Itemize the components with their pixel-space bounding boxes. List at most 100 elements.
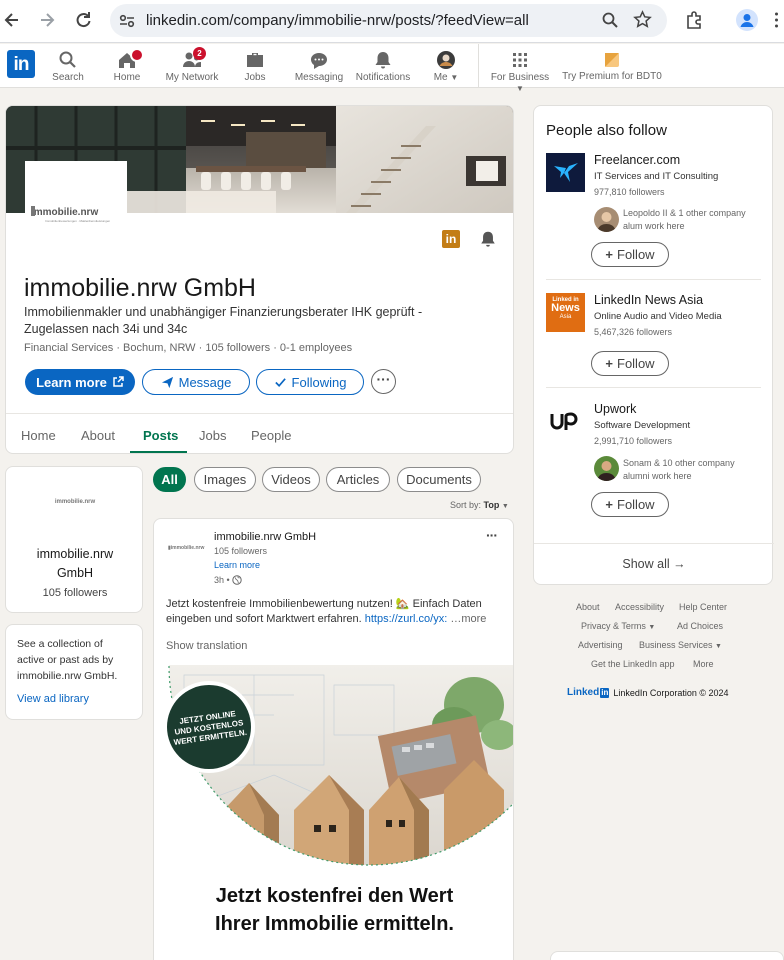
tab-about[interactable]: About xyxy=(81,428,115,443)
pf-item1-industry: IT Services and IT Consulting xyxy=(594,171,719,182)
premium-linkedin-icon[interactable]: in xyxy=(442,230,460,248)
filter-all[interactable]: All xyxy=(153,467,186,492)
messaging-overlay[interactable] xyxy=(550,951,784,960)
view-ad-library-link[interactable]: View ad library xyxy=(17,693,89,705)
ad-text-2: active or past ads by xyxy=(17,654,114,666)
nav-my-network[interactable]: 2 My Network xyxy=(162,44,222,88)
footer-privacy-label: Privacy & Terms xyxy=(581,621,646,631)
learn-more-button[interactable]: Learn more xyxy=(25,369,135,395)
footer-business-services[interactable]: Business Services ▼ xyxy=(639,640,722,650)
nav-jobs[interactable]: Jobs xyxy=(237,44,273,88)
follow-button-upwork[interactable]: + Follow xyxy=(591,492,669,517)
zoom-icon[interactable] xyxy=(601,11,619,29)
nav-home[interactable]: Home xyxy=(107,44,147,88)
footer-help-center[interactable]: Help Center xyxy=(679,602,727,612)
tab-jobs[interactable]: Jobs xyxy=(199,428,226,443)
pf-item2-followers: 5,467,326 followers xyxy=(594,327,673,337)
logo-mark-icon xyxy=(31,206,35,216)
following-button[interactable]: Following xyxy=(256,369,364,395)
pf-item2-name[interactable]: LinkedIn News Asia xyxy=(594,293,703,307)
pf-item1-connection-2: alum work here xyxy=(623,221,685,231)
filter-articles[interactable]: Articles xyxy=(326,467,390,492)
address-bar[interactable]: linkedin.com/company/immobilie-nrw/posts… xyxy=(110,4,667,37)
footer-accessibility[interactable]: Accessibility xyxy=(615,602,664,612)
show-all-label: Show all xyxy=(622,557,670,571)
nav-search[interactable]: Search xyxy=(48,44,88,88)
linkedin-news-asia-logo[interactable]: Linked in News Asia xyxy=(546,293,585,332)
filter-images[interactable]: Images xyxy=(194,467,256,492)
notification-bell-icon[interactable] xyxy=(479,230,497,248)
upwork-logo[interactable] xyxy=(546,402,585,441)
filter-documents[interactable]: Documents xyxy=(397,467,481,492)
back-icon[interactable] xyxy=(2,10,24,32)
reload-icon[interactable] xyxy=(73,10,95,32)
footer-ad-choices[interactable]: Ad Choices xyxy=(677,621,723,631)
site-settings-icon[interactable] xyxy=(118,12,136,30)
nav-me[interactable]: Me ▼ xyxy=(430,44,462,88)
show-all-button[interactable]: Show all → xyxy=(534,557,774,571)
post-image-headline-1: Jetzt kostenfrei den Wert xyxy=(215,885,454,907)
bookmark-star-icon[interactable] xyxy=(633,10,652,29)
post-link[interactable]: https://zurl.co/yx: xyxy=(365,613,448,625)
nav-jobs-label: Jobs xyxy=(244,72,266,83)
extensions-icon[interactable] xyxy=(684,10,704,30)
footer-get-app[interactable]: Get the LinkedIn app xyxy=(591,659,675,669)
post-learn-more-link[interactable]: Learn more xyxy=(214,560,260,570)
company-logo-text: immobilie.nrw xyxy=(31,207,99,218)
post-text-line1: Jetzt kostenfreie Immobilienbewertung nu… xyxy=(166,598,482,610)
footer-advertising[interactable]: Advertising xyxy=(578,640,623,650)
linkedin-logo-icon[interactable]: in xyxy=(7,50,35,78)
url-text[interactable]: linkedin.com/company/immobilie-nrw/posts… xyxy=(146,12,529,29)
nav-premium[interactable]: Try Premium for BDT0 xyxy=(562,44,662,88)
nav-messaging[interactable]: Messaging xyxy=(294,44,344,88)
follow-button-freelancer[interactable]: + Follow xyxy=(591,242,669,267)
message-label: Message xyxy=(178,374,232,390)
filter-videos[interactable]: Videos xyxy=(262,467,320,492)
post-author-logo[interactable]: ▮immobilie.nrw xyxy=(168,545,208,551)
company-name: immobilie.nrw GmbH xyxy=(24,274,256,302)
follow-button-linkedin-news-asia[interactable]: + Follow xyxy=(591,351,669,376)
post-image[interactable]: JETZT ONLINE UND KOSTENLOS WERT ERMITTEL… xyxy=(154,665,513,960)
footer-more[interactable]: More xyxy=(693,659,714,669)
sort-control[interactable]: Sort by: Top ▼ xyxy=(450,500,509,510)
tab-home[interactable]: Home xyxy=(21,428,56,443)
follow-label: Follow xyxy=(617,247,655,262)
post-author-name[interactable]: immobilie.nrw GmbH xyxy=(214,531,316,543)
nav-network-label: My Network xyxy=(165,72,219,83)
browser-menu-icon[interactable] xyxy=(775,12,778,28)
tab-posts[interactable]: Posts xyxy=(143,428,178,443)
mini-company-name-1[interactable]: immobilie.nrw xyxy=(6,547,144,561)
mini-followers: 105 followers xyxy=(42,587,108,599)
more-options-icon[interactable]: ··· xyxy=(371,369,396,394)
arrow-right-icon: → xyxy=(673,557,686,571)
nav-for-business[interactable]: For Business ▼ xyxy=(486,44,554,93)
footer-copyright: LinkedIn Corporation © 2024 xyxy=(613,687,729,698)
people-also-follow-title: People also follow xyxy=(546,122,667,139)
forward-icon[interactable] xyxy=(37,10,59,32)
divider xyxy=(546,387,761,388)
tab-people[interactable]: People xyxy=(251,428,291,443)
pf-item1-name[interactable]: Freelancer.com xyxy=(594,153,680,167)
footer-privacy[interactable]: Privacy & Terms ▼ xyxy=(581,621,655,631)
post-image-artwork xyxy=(163,665,513,866)
nav-notifications[interactable]: Notifications xyxy=(354,44,412,88)
post-more-options-icon[interactable]: ··· xyxy=(486,527,498,543)
ad-text-3: immobilie.nrw GmbH. xyxy=(17,670,118,682)
footer-about[interactable]: About xyxy=(576,602,600,612)
pf-item3-name[interactable]: Upwork xyxy=(594,402,636,416)
message-button[interactable]: Message xyxy=(142,369,250,395)
chevron-down-icon: ▼ xyxy=(501,503,509,510)
company-tagline-line1: Immobilienmakler und unabhängiger Finanz… xyxy=(24,305,423,319)
freelancer-logo[interactable] xyxy=(546,153,585,192)
jobs-icon xyxy=(247,53,263,67)
nav-home-label: Home xyxy=(113,72,141,83)
nav-search-label: Search xyxy=(52,72,84,83)
mini-company-name-2[interactable]: GmbH xyxy=(6,566,144,580)
messaging-icon xyxy=(311,53,327,69)
profile-avatar-icon[interactable] xyxy=(736,9,758,31)
post-see-more[interactable]: …more xyxy=(450,613,486,625)
footer-brand-text: Linked xyxy=(567,687,600,698)
show-translation-link[interactable]: Show translation xyxy=(166,640,247,652)
post-time: 3h • xyxy=(214,575,242,585)
post-time-text: 3h • xyxy=(214,575,230,585)
